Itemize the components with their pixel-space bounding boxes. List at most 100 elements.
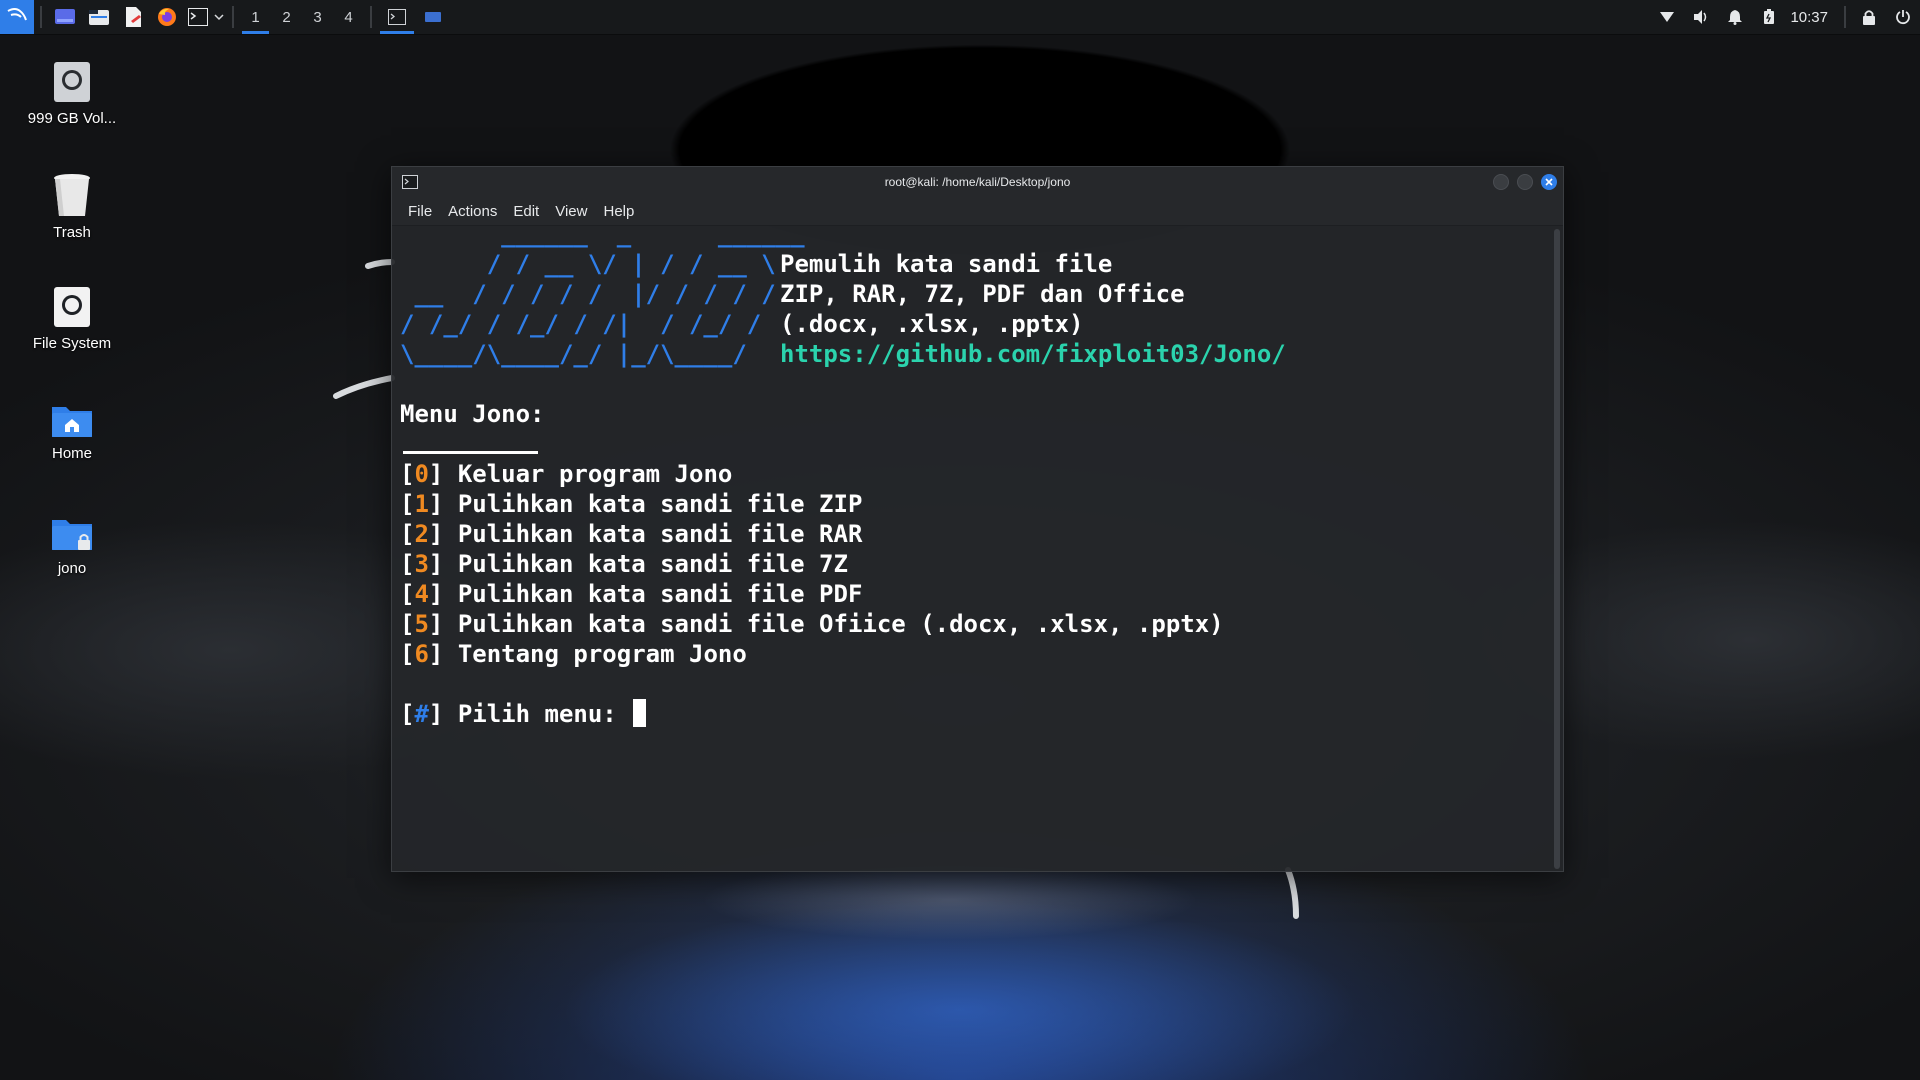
workspace-label: 4 xyxy=(344,8,353,26)
menu-edit[interactable]: Edit xyxy=(505,203,547,220)
menu-file[interactable]: File xyxy=(400,203,440,220)
option-number: 4 xyxy=(414,580,429,608)
desktop-icon-filesystem[interactable]: File System xyxy=(7,285,137,352)
option-number: 6 xyxy=(414,640,429,668)
terminal-output[interactable]: ______ _ ______ / / __ \/ | / / __ \ __ … xyxy=(392,225,1563,871)
menu-title: Menu Jono: xyxy=(400,400,545,428)
input-prompt[interactable]: [#] Pilih menu: xyxy=(400,699,647,729)
banner-art-line: ______ _ ______ xyxy=(400,225,805,248)
menu-option: [2] Pulihkan kata sandi file RAR xyxy=(400,520,863,548)
notification-bell-icon[interactable] xyxy=(1718,0,1752,34)
clock[interactable]: 10:37 xyxy=(1786,9,1838,26)
maximize-button[interactable] xyxy=(1517,174,1533,190)
trash-icon xyxy=(54,174,90,216)
desktop-icon-label: jono xyxy=(57,560,87,577)
terminal-icon xyxy=(388,9,406,25)
option-text: Pulihkan kata sandi file ZIP xyxy=(457,490,863,518)
option-text: Pulihkan kata sandi file RAR xyxy=(457,520,863,548)
taskbar-terminal-window[interactable] xyxy=(378,0,416,34)
banner-art-line: / / __ \/ | / / __ \ xyxy=(400,250,776,278)
close-button[interactable] xyxy=(1541,174,1557,190)
terminal-scrollbar[interactable] xyxy=(1554,229,1560,869)
desktop-icon-label: Home xyxy=(51,445,92,462)
firefox-icon[interactable] xyxy=(150,0,184,34)
battery-icon[interactable] xyxy=(1752,0,1786,34)
option-text: Keluar program Jono xyxy=(457,460,733,488)
lock-screen-icon[interactable] xyxy=(1852,0,1886,34)
desktop-icon-jono[interactable]: jono xyxy=(7,516,137,577)
panel-separator xyxy=(370,6,372,28)
menu-actions[interactable]: Actions xyxy=(440,203,505,220)
menu-option: [4] Pulihkan kata sandi file PDF xyxy=(400,580,863,608)
window-title: root@kali: /home/kali/Desktop/jono xyxy=(884,175,1071,189)
minimize-button[interactable] xyxy=(1493,174,1509,190)
text-editor-icon[interactable] xyxy=(116,0,150,34)
workspace-2[interactable]: 2 xyxy=(271,0,302,34)
close-icon xyxy=(1545,178,1553,186)
banner-info-line: ZIP, RAR, 7Z, PDF dan Office xyxy=(780,280,1185,308)
locked-folder-icon xyxy=(52,520,92,550)
workspace-3[interactable]: 3 xyxy=(302,0,333,34)
text-cursor xyxy=(633,699,647,727)
option-number: 0 xyxy=(414,460,429,488)
banner-info-line: Pemulih kata sandi file xyxy=(780,250,1113,278)
menu-option: [0] Keluar program Jono xyxy=(400,460,733,488)
banner-art-line: / /_/ / /_/ / /| / /_/ / xyxy=(400,310,762,338)
panel-separator xyxy=(232,6,234,28)
option-text: Pulihkan kata sandi file 7Z xyxy=(457,550,848,578)
option-text: Pulihkan kata sandi file Ofiice (.docx, … xyxy=(457,610,1224,638)
chevron-down-icon[interactable] xyxy=(212,0,226,34)
option-text: Tentang program Jono xyxy=(457,640,747,668)
desktop-icon-home[interactable]: Home xyxy=(7,403,137,462)
desktop-icon-label: 999 GB Vol... xyxy=(27,110,117,127)
menu-view[interactable]: View xyxy=(547,203,595,220)
window-controls xyxy=(1493,174,1557,190)
system-tray: 10:37 xyxy=(1650,0,1920,34)
show-desktop-icon[interactable] xyxy=(48,0,82,34)
desktop-icon-label: File System xyxy=(32,335,112,352)
menu-option: [3] Pulihkan kata sandi file 7Z xyxy=(400,550,848,578)
workspace-label: 2 xyxy=(282,8,291,26)
window-titlebar[interactable]: root@kali: /home/kali/Desktop/jono xyxy=(392,167,1563,197)
option-number: 1 xyxy=(414,490,429,518)
drive-icon xyxy=(54,62,90,102)
workspace-1[interactable]: 1 xyxy=(240,0,271,34)
banner-url[interactable]: https://github.com/fixploit03/Jono/ xyxy=(780,339,1286,369)
menu-option: [6] Tentang program Jono xyxy=(400,640,747,668)
menu-help[interactable]: Help xyxy=(595,203,642,220)
home-folder-icon xyxy=(52,407,92,437)
menu-title-underline xyxy=(403,451,538,454)
desktop-icon-trash[interactable]: Trash xyxy=(7,172,137,241)
prompt-symbol: # xyxy=(414,700,429,728)
workspace-label: 3 xyxy=(313,8,322,26)
drive-icon xyxy=(54,287,90,327)
banner-info-line: (.docx, .xlsx, .pptx) xyxy=(780,310,1084,338)
desktop-icon-volume[interactable]: 999 GB Vol... xyxy=(7,60,137,127)
menu-option: [1] Pulihkan kata sandi file ZIP xyxy=(400,490,863,518)
prompt-text: Pilih menu: xyxy=(457,700,617,728)
desktop-icon-label: Trash xyxy=(53,224,91,241)
panel-separator xyxy=(1844,6,1846,28)
window-icon xyxy=(425,12,441,22)
banner-art-line: __ / / / / / |/ / / / / xyxy=(400,280,776,308)
volume-icon[interactable] xyxy=(1684,0,1718,34)
terminal-icon xyxy=(402,175,418,189)
option-number: 2 xyxy=(414,520,429,548)
taskbar-desktop-window[interactable] xyxy=(416,0,450,34)
kali-menu-icon[interactable] xyxy=(0,0,34,34)
banner-art-line: \____/\____/_/ |_/\____/ xyxy=(400,340,747,368)
terminal-launcher-icon[interactable] xyxy=(184,0,212,34)
panel-separator xyxy=(40,6,42,28)
terminal-window[interactable]: root@kali: /home/kali/Desktop/jono File … xyxy=(391,166,1564,872)
network-icon[interactable] xyxy=(1650,0,1684,34)
top-panel: 1 2 3 4 10:37 xyxy=(0,0,1920,35)
workspace-4[interactable]: 4 xyxy=(333,0,364,34)
terminal-menubar: File Actions Edit View Help xyxy=(392,197,1563,226)
option-text: Pulihkan kata sandi file PDF xyxy=(457,580,863,608)
power-icon[interactable] xyxy=(1886,0,1920,34)
option-number: 5 xyxy=(414,610,429,638)
menu-option: [5] Pulihkan kata sandi file Ofiice (.do… xyxy=(400,610,1224,638)
file-manager-icon[interactable] xyxy=(82,0,116,34)
option-number: 3 xyxy=(414,550,429,578)
workspace-label: 1 xyxy=(251,8,260,26)
